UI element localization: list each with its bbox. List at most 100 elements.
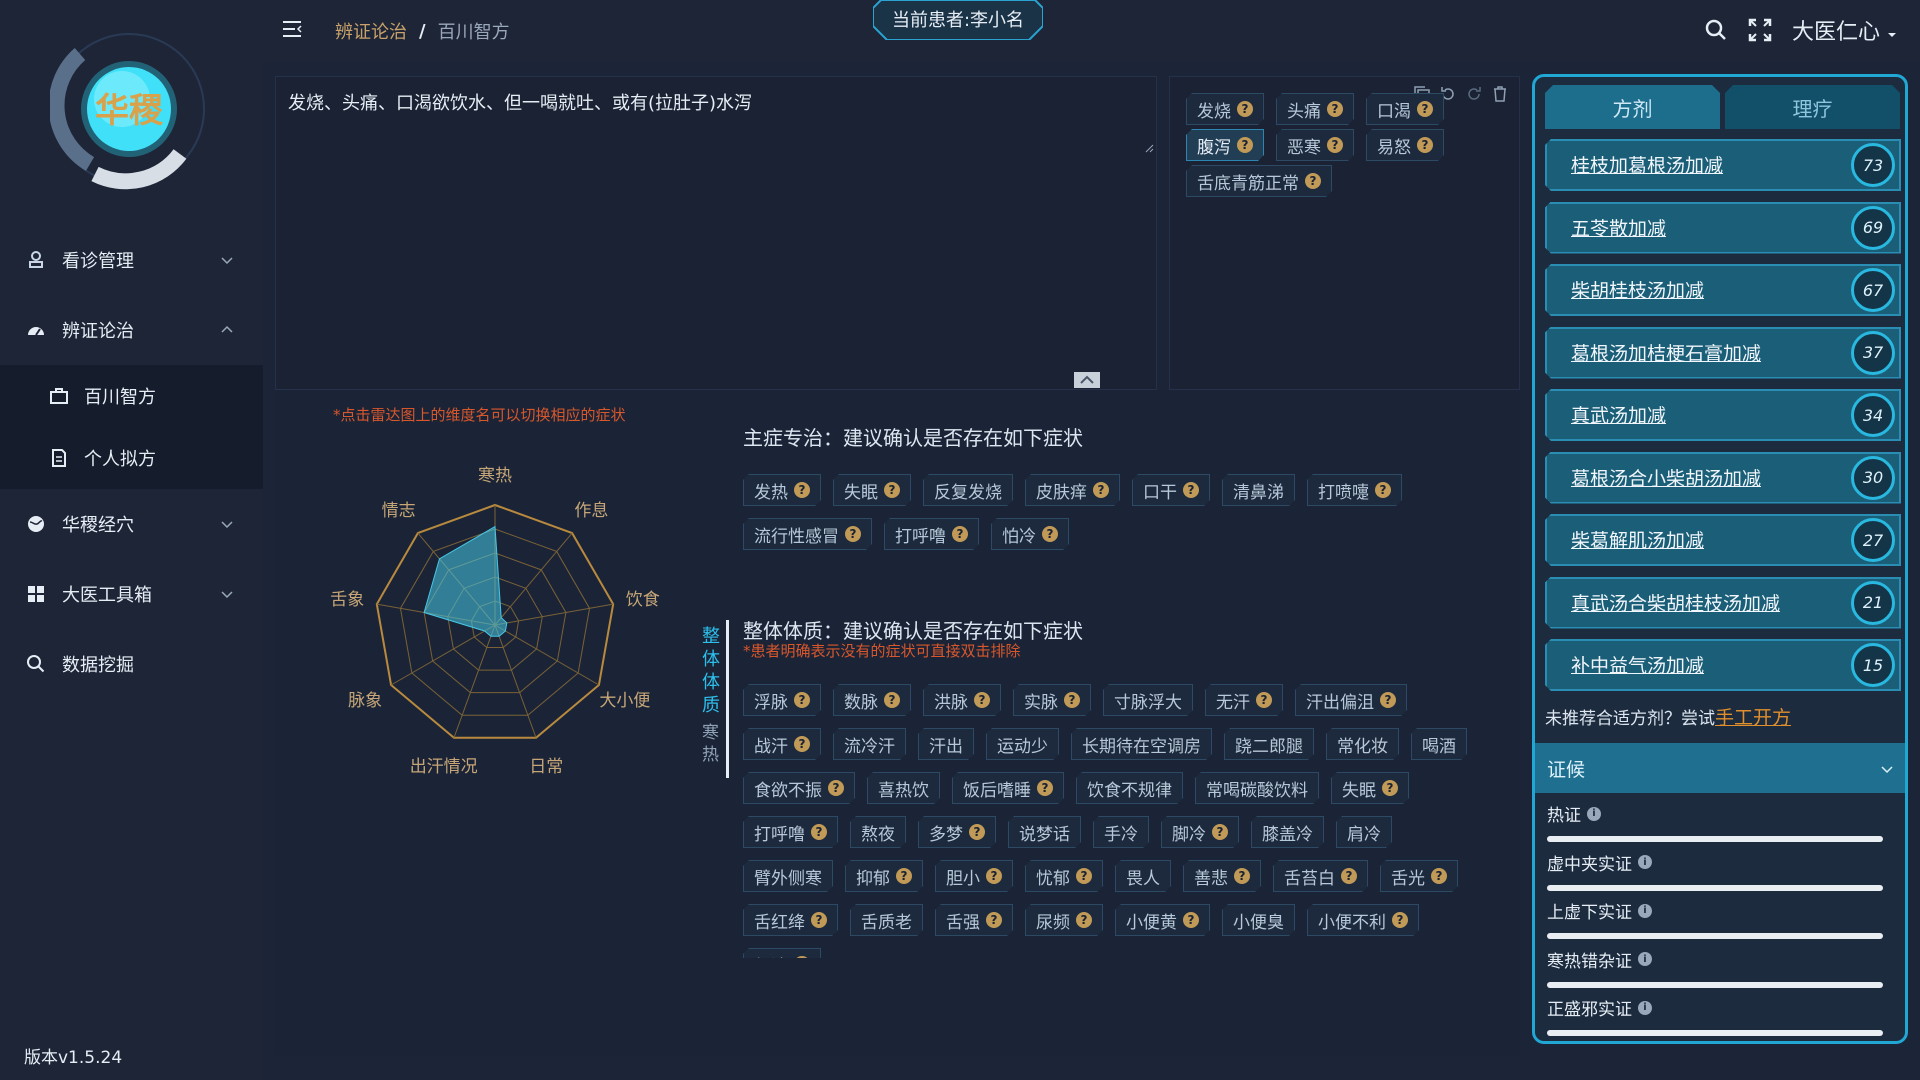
symptom-tag[interactable]: 运动少 [986,728,1059,760]
symptom-tag[interactable]: 打喷嚏? [1307,474,1402,506]
radar-dimension-label[interactable]: 作息 [574,501,608,521]
symptom-tag[interactable]: 肩冷 [1336,816,1392,848]
radar-dimension-label[interactable]: 饮食 [626,590,660,610]
fullscreen-icon[interactable] [1748,18,1772,42]
prescription-item[interactable]: 柴葛解肌汤加减 27 [1545,514,1901,566]
help-icon[interactable]: ? [794,736,810,752]
help-icon[interactable]: ? [1076,868,1092,884]
help-icon[interactable]: ? [1093,482,1109,498]
info-icon[interactable]: i [1638,1000,1652,1015]
symptom-tag[interactable]: 头痛? [1276,93,1354,125]
help-icon[interactable]: ? [1256,692,1272,708]
info-icon[interactable]: i [1638,952,1652,966]
symptom-tag[interactable]: 战汗? [743,728,821,760]
symptom-tag[interactable]: 发烧? [1186,93,1264,125]
radar-dimension-label[interactable]: 大小便 [599,691,650,711]
symptom-tag[interactable]: 舌底青筋正常? [1186,165,1332,197]
sidebar-item-toolbox[interactable]: 大医工具箱 [0,559,263,629]
help-icon[interactable]: ? [794,956,810,958]
radar-dimension-label[interactable]: 出汗情况 [410,757,478,777]
help-icon[interactable]: ? [1375,482,1391,498]
help-icon[interactable]: ? [1183,912,1199,928]
symptom-tag[interactable]: 手冷 [1093,816,1149,848]
radar-dimension-label[interactable]: 舌象 [330,590,364,610]
symptom-tag[interactable]: 多梦? [918,816,996,848]
help-icon[interactable]: ? [1212,824,1228,840]
symptom-tag[interactable]: 打呼噜? [743,816,838,848]
symptom-tag[interactable]: 小便不利? [1307,904,1419,936]
symptom-tag[interactable]: 喝酒 [1411,728,1467,760]
symptom-tag[interactable]: 畏人 [1115,860,1171,892]
symptom-tag[interactable]: 怕冷? [991,518,1069,550]
prescription-item[interactable]: 真武汤合柴胡桂枝汤加减 21 [1545,577,1901,629]
symptom-tag[interactable]: 舌红绛? [743,904,838,936]
symptom-tag[interactable]: 发热? [743,474,821,506]
symptom-input[interactable] [288,89,1138,149]
symptom-tag[interactable]: 反复发烧 [923,474,1013,506]
symptom-tag[interactable]: 臂外侧寒 [743,860,833,892]
symptom-tag[interactable]: 口渴? [1366,93,1444,125]
help-icon[interactable]: ? [986,912,1002,928]
user-menu[interactable]: 大医仁心 [1792,14,1880,46]
help-icon[interactable]: ? [974,692,990,708]
prescription-name[interactable]: 真武汤合柴胡桂枝汤加减 [1571,589,1780,616]
symptom-tag[interactable]: 小便黄? [1115,904,1210,936]
redo-icon[interactable] [1465,85,1483,103]
tab-prescription[interactable]: 方剂 [1545,85,1720,129]
prescription-name[interactable]: 柴胡桂枝汤加减 [1571,276,1704,303]
symptom-tag[interactable]: 打呼噜? [884,518,979,550]
help-icon[interactable]: ? [811,912,827,928]
symptom-tag[interactable]: 数脉? [833,684,911,716]
symptom-tag[interactable]: 洪脉? [923,684,1001,716]
symptom-tag[interactable]: 胆小? [935,860,1013,892]
symptom-tag[interactable]: 恶寒? [1276,129,1354,161]
symptom-tag[interactable]: 常化妆 [1326,728,1399,760]
symptom-tag[interactable]: 易怒? [1366,129,1444,161]
symptom-tag[interactable]: 食欲不振? [743,772,855,804]
symptom-tag[interactable]: 舌苔白? [1273,860,1368,892]
symptom-tag[interactable]: 膝盖冷 [1251,816,1324,848]
symptom-tag[interactable]: 熬夜 [850,816,906,848]
help-icon[interactable]: ? [1341,868,1357,884]
help-icon[interactable]: ? [1237,137,1253,153]
help-icon[interactable]: ? [1183,482,1199,498]
help-icon[interactable]: ? [1392,912,1408,928]
symptom-tag[interactable]: 浮脉? [743,684,821,716]
side-tab-whole[interactable]: 整体体质 [702,626,720,716]
symptom-tag[interactable]: 舌质老 [850,904,923,936]
prescription-name[interactable]: 葛根汤合小柴胡汤加减 [1571,464,1761,491]
prescription-item[interactable]: 五苓散加减 69 [1545,202,1901,254]
resize-handle-icon[interactable] [1144,143,1154,153]
symptom-tag[interactable]: 汗出偏沮? [1295,684,1407,716]
help-icon[interactable]: ? [884,692,900,708]
syndrome-header[interactable]: 证候 [1535,743,1905,793]
symptom-tag[interactable]: 腹泻? [1186,129,1264,161]
help-icon[interactable]: ? [1037,780,1053,796]
caret-down-icon[interactable] [1886,29,1898,41]
symptom-tag[interactable]: 常喝碳酸饮料 [1195,772,1319,804]
help-icon[interactable]: ? [845,526,861,542]
search-icon[interactable] [1704,18,1728,42]
symptom-tag[interactable]: 失眠? [833,474,911,506]
radar-dimension-label[interactable]: 寒热 [478,466,512,486]
symptom-tag[interactable]: 清鼻涕 [1222,474,1295,506]
symptom-tag[interactable]: 失眠? [1331,772,1409,804]
help-icon[interactable]: ? [811,824,827,840]
help-icon[interactable]: ? [1417,101,1433,117]
help-icon[interactable]: ? [794,482,810,498]
help-icon[interactable]: ? [1234,868,1250,884]
symptom-tag[interactable]: 喜热饮 [867,772,940,804]
help-icon[interactable]: ? [828,780,844,796]
symptom-tag[interactable]: 善悲? [1183,860,1261,892]
help-icon[interactable]: ? [1380,692,1396,708]
info-icon[interactable]: i [1638,903,1652,918]
side-tab-coldheat[interactable]: 寒热 [702,723,719,765]
prescription-name[interactable]: 柴葛解肌汤加减 [1571,526,1704,553]
prescription-item[interactable]: 桂枝加葛根汤加减 73 [1545,139,1901,191]
help-icon[interactable]: ? [794,692,810,708]
help-icon[interactable]: ? [884,482,900,498]
menu-toggle-icon[interactable] [281,18,303,40]
manual-prescription-link[interactable]: 手工开方 [1715,707,1791,729]
help-icon[interactable]: ? [1327,101,1343,117]
symptom-tag[interactable]: 跷二郎腿 [1224,728,1314,760]
